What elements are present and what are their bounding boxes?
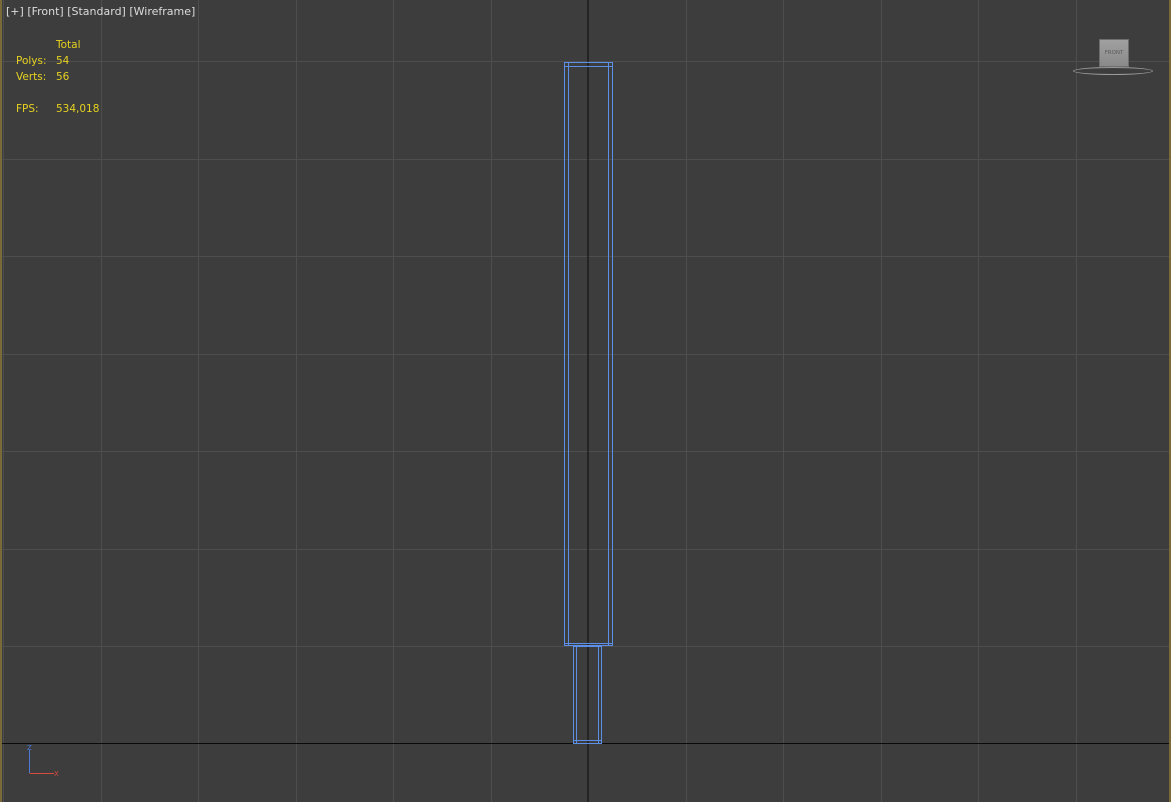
verts-label: Verts: bbox=[16, 71, 47, 83]
viewport-label: [+] [Front] [Standard] [Wireframe] bbox=[6, 5, 195, 18]
viewport-canvas[interactable] bbox=[2, 0, 1171, 802]
polys-value: 54 bbox=[56, 55, 70, 67]
axis-tripod-icon: Z X bbox=[27, 744, 59, 778]
front-viewport[interactable]: [+] [Front] [Standard] [Wireframe] Total… bbox=[0, 0, 1171, 802]
stats-total-header: Total bbox=[56, 39, 81, 51]
viewport-display-mode-menu[interactable]: [Wireframe] bbox=[129, 5, 195, 18]
viewcube-front-face[interactable]: FRONT bbox=[1099, 39, 1129, 67]
viewport-general-menu[interactable]: [+] bbox=[6, 5, 24, 18]
viewport-shading-menu[interactable]: [Standard] bbox=[67, 5, 126, 18]
world-axes bbox=[2, 0, 1169, 802]
fps-value: 534,018 bbox=[56, 103, 100, 115]
polys-label: Polys: bbox=[16, 55, 47, 67]
verts-value: 56 bbox=[56, 71, 70, 83]
viewport-view-menu[interactable]: [Front] bbox=[27, 5, 63, 18]
grid-lines bbox=[2, 0, 1169, 802]
tripod-x-label: X bbox=[54, 770, 59, 778]
viewcube-compass-ring[interactable] bbox=[1073, 67, 1153, 75]
fps-label: FPS: bbox=[16, 103, 39, 115]
tripod-z-label: Z bbox=[27, 744, 32, 752]
viewcube-icon[interactable]: FRONT bbox=[1070, 36, 1160, 80]
